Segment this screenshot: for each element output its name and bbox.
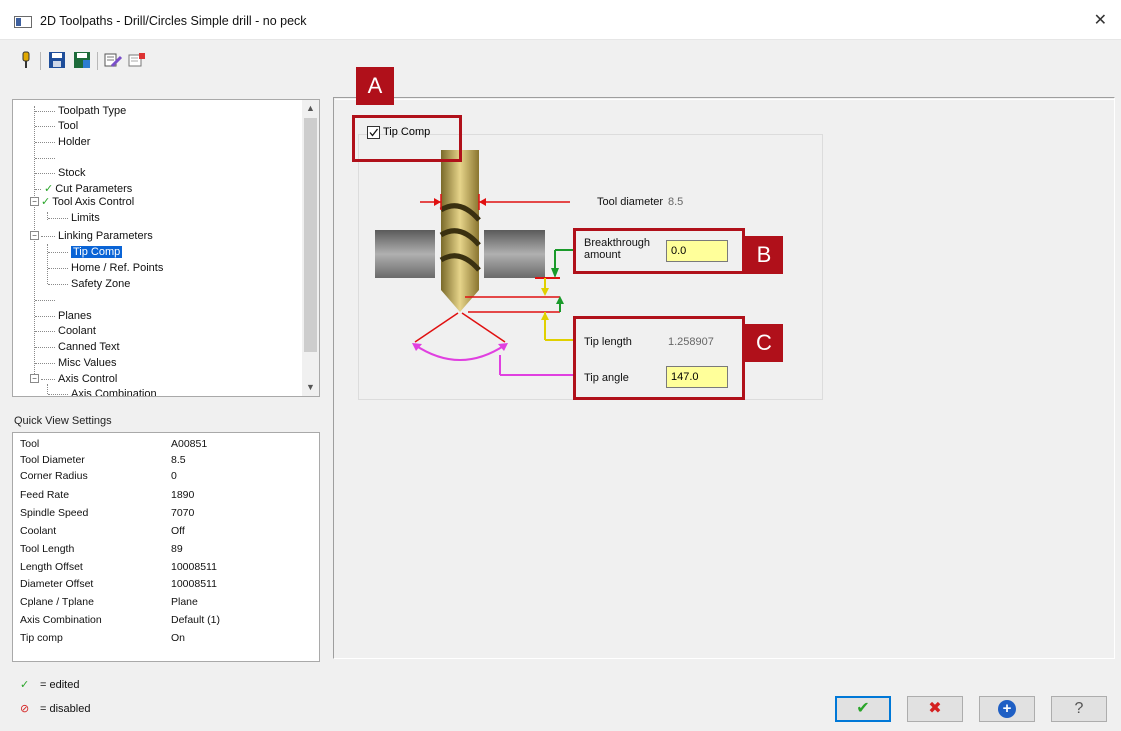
tree-item-safety-zone[interactable]: Safety Zone [48, 277, 130, 291]
drill-diagram [375, 150, 575, 376]
tree-item-blank[interactable] [35, 293, 58, 307]
edited-check-icon: ✓ [41, 196, 51, 208]
quick-view-settings: Tool A00851 Tool Diameter 8.5 Corner Radiu… [12, 432, 320, 662]
tree-item-stock[interactable]: Stock [35, 166, 86, 180]
toolbar-separator [97, 52, 98, 70]
window-icon [14, 16, 32, 28]
tree-item-toolpath-type[interactable]: Toolpath Type [35, 104, 126, 118]
ok-button[interactable]: ✔ [835, 696, 891, 722]
collapse-toggle-icon[interactable]: − [30, 231, 39, 240]
tool-diameter-value: 8.5 [668, 196, 684, 208]
help-button[interactable]: ? [1051, 696, 1107, 722]
tree-item-planes[interactable]: Planes [35, 309, 92, 323]
tree-item-tip-comp[interactable]: Tip Comp [48, 245, 123, 259]
scroll-thumb[interactable] [304, 118, 317, 352]
scroll-up-icon[interactable]: ▲ [302, 100, 319, 117]
callout-a-tag: A [356, 67, 394, 105]
tree-item-tool[interactable]: Tool [35, 119, 78, 133]
tool-diameter-label: Tool diameter [597, 196, 664, 208]
toolbar-separator [40, 52, 41, 70]
tool-pin-icon[interactable] [16, 50, 36, 70]
disabled-icon: ⊘ [20, 703, 30, 715]
parameter-tree[interactable]: Toolpath Type Tool Holder Stock ✓ Cut Par… [12, 99, 320, 397]
callout-a-box [352, 115, 462, 162]
callout-b-box [573, 228, 745, 274]
tree-item-axis-combination[interactable]: Axis Combination [48, 387, 157, 396]
quick-view-title: Quick View Settings [14, 415, 112, 427]
tree-item-canned-text[interactable]: Canned Text [35, 340, 120, 354]
apply-button[interactable]: + [979, 696, 1035, 722]
save-icon[interactable] [47, 50, 67, 70]
clear-icon[interactable] [127, 50, 147, 70]
toolbar [0, 41, 1121, 81]
collapse-toggle-icon[interactable]: − [30, 374, 39, 383]
tree-item-holder[interactable]: Holder [35, 135, 90, 149]
close-button[interactable]: ✕ [1094, 10, 1107, 30]
callout-b-tag: B [745, 236, 783, 274]
stock-right [484, 230, 545, 278]
tree-item-home-ref-points[interactable]: Home / Ref. Points [48, 261, 163, 275]
tree-item-coolant[interactable]: Coolant [35, 324, 96, 338]
tree-item-axis-control[interactable]: Axis Control [41, 372, 117, 386]
tree-item-limits[interactable]: Limits [48, 211, 100, 225]
tree-item-cut-parameters[interactable]: ✓ Cut Parameters [35, 182, 132, 196]
edit-icon[interactable] [103, 50, 123, 70]
legend-disabled: ⊘ = disabled [20, 703, 91, 715]
window-title: 2D Toolpaths - Drill/Circles Simple dril… [40, 14, 307, 28]
tree-item-misc-values[interactable]: Misc Values [35, 356, 116, 370]
stock-left [375, 230, 435, 278]
tree-item-tool-axis-control[interactable]: ✓ Tool Axis Control [41, 195, 134, 209]
tree-item-linking-parameters[interactable]: Linking Parameters [41, 229, 153, 243]
legend-edited: ✓ = edited [20, 679, 80, 691]
title-bar: 2D Toolpaths - Drill/Circles Simple dril… [0, 0, 1121, 40]
plus-circle-icon: + [998, 700, 1016, 718]
tree-scrollbar[interactable]: ▲ ▼ [302, 100, 319, 396]
callout-c-box [573, 316, 745, 400]
tree-item-blank[interactable] [35, 151, 58, 165]
cancel-button[interactable]: ✖ [907, 696, 963, 722]
drill-tip [441, 290, 479, 312]
edited-check-icon: ✓ [20, 679, 30, 691]
edited-check-icon: ✓ [44, 183, 54, 195]
save-all-icon[interactable] [72, 50, 92, 70]
callout-c-tag: C [745, 324, 783, 362]
scroll-down-icon[interactable]: ▼ [302, 379, 319, 396]
collapse-toggle-icon[interactable]: − [30, 197, 39, 206]
